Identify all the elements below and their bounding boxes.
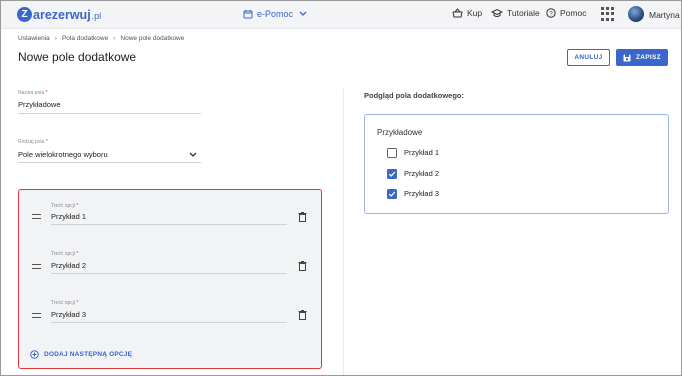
column-divider (343, 89, 344, 375)
top-bar: Z arezerwuj .pl e-Pomoc Kup Tutoriale ? … (1, 1, 681, 29)
logo[interactable]: Z arezerwuj .pl (17, 7, 101, 22)
type-select-underline (18, 162, 201, 163)
preview-checkbox-label-2: Przykład 2 (404, 169, 440, 178)
user-name[interactable]: Martyna (649, 10, 680, 20)
preview-checkbox-label-1: Przykład 1 (404, 148, 440, 157)
preview-title: Podgląd pola dodatkowego: (364, 91, 464, 100)
trash-icon[interactable] (298, 310, 307, 320)
chevron-down-icon[interactable] (189, 152, 197, 158)
preview-checkbox-2[interactable] (387, 169, 397, 179)
checkmark-icon (388, 171, 396, 177)
nav-tutorials[interactable]: Tutoriale (491, 8, 540, 18)
breadcrumb-item-extra-fields[interactable]: Pola dodatkowe (62, 35, 108, 42)
avatar[interactable] (628, 6, 644, 22)
breadcrumb: Ustawienia › Pola dodatkowe › Nowe pole … (18, 35, 184, 42)
drag-handle-icon[interactable] (32, 264, 41, 269)
option-label: Treść opcji * (51, 300, 79, 306)
option-label: Treść opcji * (51, 203, 79, 209)
nav-help[interactable]: ? Pomoc (546, 8, 586, 18)
page-title: Nowe pole dodatkowe (18, 50, 137, 64)
chevron-right-icon: › (54, 35, 57, 42)
drag-handle-icon[interactable] (32, 313, 41, 318)
name-field[interactable]: Przykładowe (18, 100, 61, 109)
save-button-label: ZAPISZ (636, 54, 661, 61)
option-input[interactable]: Przykład 3 (51, 310, 86, 319)
trash-icon[interactable] (298, 212, 307, 222)
trash-icon[interactable] (298, 261, 307, 271)
type-field-label: Rodzaj pola * (18, 139, 48, 145)
nav-help-label: Pomoc (560, 8, 587, 18)
cancel-button[interactable]: ANULUJ (567, 49, 610, 66)
save-button[interactable]: ZAPISZ (616, 49, 668, 66)
preview-field-name: Przykładowe (377, 128, 423, 137)
option-input[interactable]: Przykład 2 (51, 261, 86, 270)
name-field-label: Nazwa pola * (18, 90, 48, 96)
option-label: Treść opcji * (51, 251, 79, 257)
graduation-cap-icon (491, 8, 503, 17)
add-option-button[interactable]: DODAJ NASTĘPNĄ OPCJĘ (30, 350, 132, 359)
option-input-underline (51, 224, 287, 225)
calendar-icon (243, 10, 253, 19)
type-select[interactable]: Pole wielokrotnego wyboru (18, 150, 108, 159)
option-input-underline (51, 273, 287, 274)
logo-text: arezerwuj (33, 7, 91, 22)
module-switcher[interactable]: e-Pomoc (243, 9, 311, 19)
name-field-underline (18, 113, 201, 114)
logo-mark: Z (17, 7, 32, 22)
plus-circle-icon (30, 350, 39, 359)
drag-handle-icon[interactable] (32, 214, 41, 219)
preview-checkbox-1[interactable] (387, 148, 397, 158)
logo-suffix: .pl (91, 10, 102, 21)
nav-buy-label: Kup (467, 8, 483, 18)
app-window: Z arezerwuj .pl e-Pomoc Kup Tutoriale ? … (0, 0, 682, 376)
nav-tutorials-label: Tutoriale (507, 8, 540, 18)
checkmark-icon (388, 191, 396, 197)
chevron-down-icon (299, 11, 307, 16)
basket-icon (452, 8, 463, 18)
module-label: e-Pomoc (257, 9, 294, 19)
floppy-disk-icon (623, 54, 631, 61)
option-input[interactable]: Przykład 1 (51, 212, 86, 221)
breadcrumb-item-settings[interactable]: Ustawienia (18, 35, 50, 42)
help-circle-icon: ? (546, 8, 556, 18)
option-input-underline (51, 322, 287, 323)
chevron-right-icon: › (113, 35, 116, 42)
preview-checkbox-3[interactable] (387, 189, 397, 199)
add-option-label: DODAJ NASTĘPNĄ OPCJĘ (44, 351, 133, 358)
preview-checkbox-label-3: Przykład 3 (404, 189, 440, 198)
apps-grid-icon[interactable] (601, 7, 615, 21)
breadcrumb-item-current: Nowe pole dodatkowe (120, 35, 185, 42)
nav-buy[interactable]: Kup (452, 8, 482, 18)
